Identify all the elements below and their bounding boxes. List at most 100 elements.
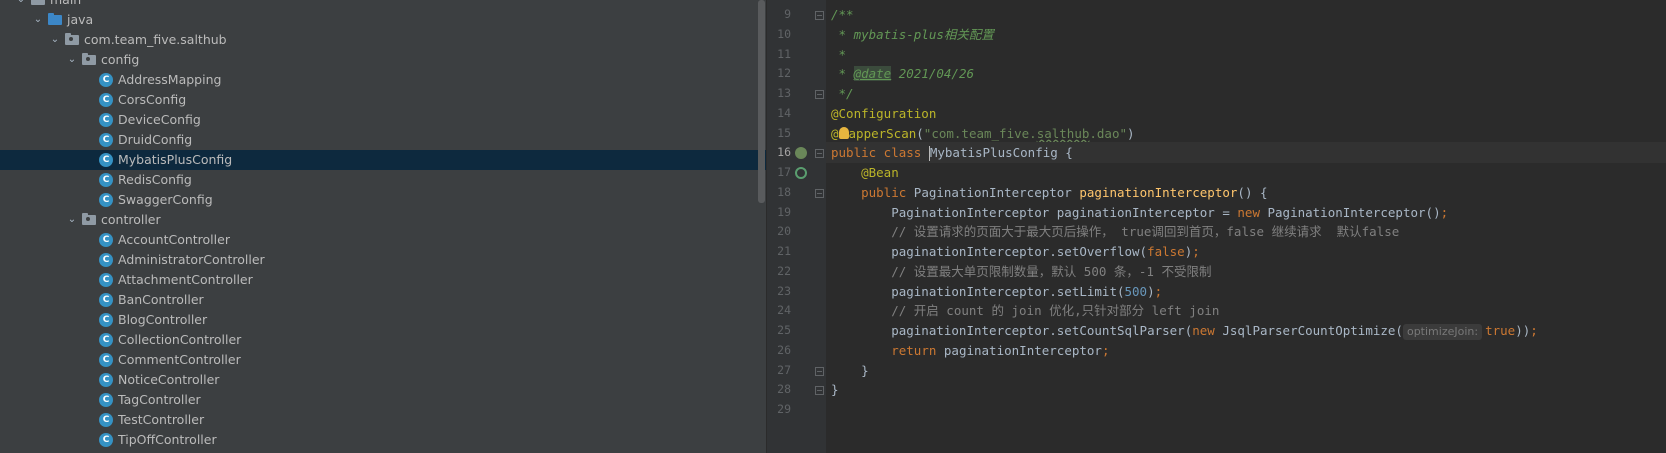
line-number: 18 xyxy=(777,184,791,199)
code-token: salthub xyxy=(1036,125,1090,141)
tree-item-class[interactable]: C MybatisPlusConfig xyxy=(0,150,766,170)
code-line[interactable]: /** xyxy=(831,4,854,25)
code-line[interactable]: // 设置请求的页面大于最大页后操作， true调回到首页，false 继续请求… xyxy=(831,221,1399,242)
tree-item-class[interactable]: C AdministratorController xyxy=(0,250,766,270)
tree-item-class[interactable]: C DruidConfig xyxy=(0,130,766,150)
tree-item-label: com.team_five.salthub xyxy=(84,32,227,47)
line-number: 11 xyxy=(777,46,791,61)
code-token: paginationInterceptor xyxy=(1079,184,1238,200)
code-token: "com.team_five. xyxy=(923,125,1037,141)
tree-item-label: DruidConfig xyxy=(118,132,193,147)
tree-item-class[interactable]: C AccountController xyxy=(0,230,766,250)
code-token: return xyxy=(891,342,944,358)
tree-item-class[interactable]: C BlogController xyxy=(0,310,766,330)
project-tree: ⌄ main ⌄ java ⌄ com.team_five.salthub ⌄ config C… xyxy=(0,0,766,450)
code-token: /** xyxy=(831,7,854,22)
tree-item-class[interactable]: C DeviceConfig xyxy=(0,110,766,130)
code-token: )) xyxy=(1515,323,1531,338)
chevron-down-icon[interactable]: ⌄ xyxy=(66,50,78,70)
code-line[interactable]: paginationInterceptor.setOverflow(false)… xyxy=(831,241,1200,262)
tree-item-label: java xyxy=(67,12,94,27)
tree-item-class[interactable]: C CorsConfig xyxy=(0,90,766,110)
code-line[interactable]: return paginationInterceptor; xyxy=(831,340,1109,361)
spring-bean-method-icon[interactable] xyxy=(795,167,807,179)
fold-toggle-icon[interactable] xyxy=(815,149,824,159)
code-token: * xyxy=(831,66,854,82)
code-token: // 开启 count 的 join 优化,只针对部分 left join xyxy=(831,303,1220,319)
code-token: */ xyxy=(831,86,854,101)
code-line[interactable]: * mybatis-plus相关配置 xyxy=(831,24,994,45)
line-number: 26 xyxy=(777,342,791,357)
fold-toggle-icon[interactable] xyxy=(815,386,824,396)
code-editor[interactable]: /** * mybatis-plus相关配置 * * @date 2021/04… xyxy=(826,0,1666,453)
tree-item-class[interactable]: C CollectionController xyxy=(0,330,766,350)
code-token: ( xyxy=(916,125,924,141)
tree-scrollbar[interactable] xyxy=(758,0,765,203)
tree-item-label: TipOffController xyxy=(118,432,217,447)
tree-item-class[interactable]: C AttachmentController xyxy=(0,270,766,290)
tree-item-label: AddressMapping xyxy=(118,72,222,87)
tree-item-class[interactable]: C AddressMapping xyxy=(0,70,766,90)
line-number: 14 xyxy=(777,105,791,120)
tree-item-class[interactable]: C RedisConfig xyxy=(0,170,766,190)
code-token: PaginationInterceptor xyxy=(913,184,1080,200)
tree-item-label: controller xyxy=(101,212,161,227)
fold-toggle-icon[interactable] xyxy=(815,11,824,20)
code-line[interactable]: * xyxy=(831,44,847,65)
chevron-down-icon[interactable]: ⌄ xyxy=(32,10,44,30)
line-number: 27 xyxy=(777,362,791,377)
code-line[interactable]: // 开启 count 的 join 优化,只针对部分 left join xyxy=(831,300,1219,321)
class-icon: C xyxy=(99,73,113,87)
line-number: 13 xyxy=(777,86,791,100)
tree-item-class[interactable]: C TagController xyxy=(0,390,766,410)
lightbulb-icon[interactable] xyxy=(838,127,849,139)
tree-item-folder[interactable]: ⌄ controller xyxy=(0,210,766,230)
tree-item-folder[interactable]: ⌄ main xyxy=(0,0,766,10)
project-tree-panel: ⌄ main ⌄ java ⌄ com.team_five.salthub ⌄ config C… xyxy=(0,0,766,453)
code-token: apperScan xyxy=(848,125,917,141)
tree-item-class[interactable]: C TipOffController xyxy=(0,430,766,450)
code-line[interactable]: @Bean xyxy=(831,162,899,183)
code-line[interactable]: PaginationInterceptor paginationIntercep… xyxy=(831,202,1448,223)
tree-item-class[interactable]: C CommentController xyxy=(0,350,766,370)
chevron-down-icon[interactable]: ⌄ xyxy=(66,210,78,230)
code-line[interactable]: // 设置最大单页限制数量，默认 500 条，-1 不受限制 xyxy=(831,261,1211,282)
chevron-down-icon[interactable]: ⌄ xyxy=(15,0,27,10)
editor-gutter: 9 10 11 12 13 14 15 16 17 18 19 20 21 22 23 24 25 26 27 28 2… xyxy=(766,0,827,453)
line-number: 20 xyxy=(777,224,791,239)
class-icon: C xyxy=(99,153,113,167)
tree-item-class[interactable]: C BanController xyxy=(0,290,766,310)
code-line[interactable]: paginationInterceptor.setLimit(500); xyxy=(831,281,1162,302)
spring-bean-icon[interactable] xyxy=(795,147,807,160)
class-icon: C xyxy=(99,133,113,147)
code-line[interactable]: @ apperScan("com.team_five.salthub.dao") xyxy=(831,123,1135,144)
code-token: * xyxy=(831,46,847,62)
tree-item-label: BanController xyxy=(118,292,204,307)
tree-item-class[interactable]: C TestController xyxy=(0,410,766,430)
line-number: 10 xyxy=(777,26,791,41)
tree-item-label: SwaggerConfig xyxy=(118,192,213,207)
code-line[interactable]: */ xyxy=(831,83,854,104)
fold-toggle-icon[interactable] xyxy=(815,366,824,376)
code-token: } xyxy=(831,382,839,398)
fold-toggle-icon[interactable] xyxy=(815,90,824,99)
code-line[interactable]: @Configuration xyxy=(831,103,936,124)
fold-toggle-icon[interactable] xyxy=(815,188,824,198)
code-line[interactable]: } xyxy=(831,379,839,400)
tree-item-class[interactable]: C NoticeController xyxy=(0,370,766,390)
tree-item-folder[interactable]: ⌄ java xyxy=(0,10,766,30)
code-token: public xyxy=(861,184,914,200)
code-line[interactable]: public class MybatisPlusConfig { xyxy=(831,142,1073,163)
tree-item-folder[interactable]: ⌄ com.team_five.salthub xyxy=(0,30,766,50)
chevron-down-icon[interactable]: ⌄ xyxy=(49,30,61,50)
tree-item-folder[interactable]: ⌄ config xyxy=(0,50,766,70)
code-token: paginationInterceptor.setCountSqlParser( xyxy=(831,323,1193,338)
tree-item-class[interactable]: C SwaggerConfig xyxy=(0,190,766,210)
code-line[interactable]: * @date 2021/04/26 xyxy=(831,63,974,84)
code-line[interactable]: paginationInterceptor.setCountSqlParser(… xyxy=(831,320,1538,341)
code-line[interactable]: public PaginationInterceptor paginationI… xyxy=(831,182,1267,203)
line-number: 17 xyxy=(777,165,791,179)
tree-item-label: RedisConfig xyxy=(118,172,192,187)
code-line[interactable]: } xyxy=(831,360,869,381)
